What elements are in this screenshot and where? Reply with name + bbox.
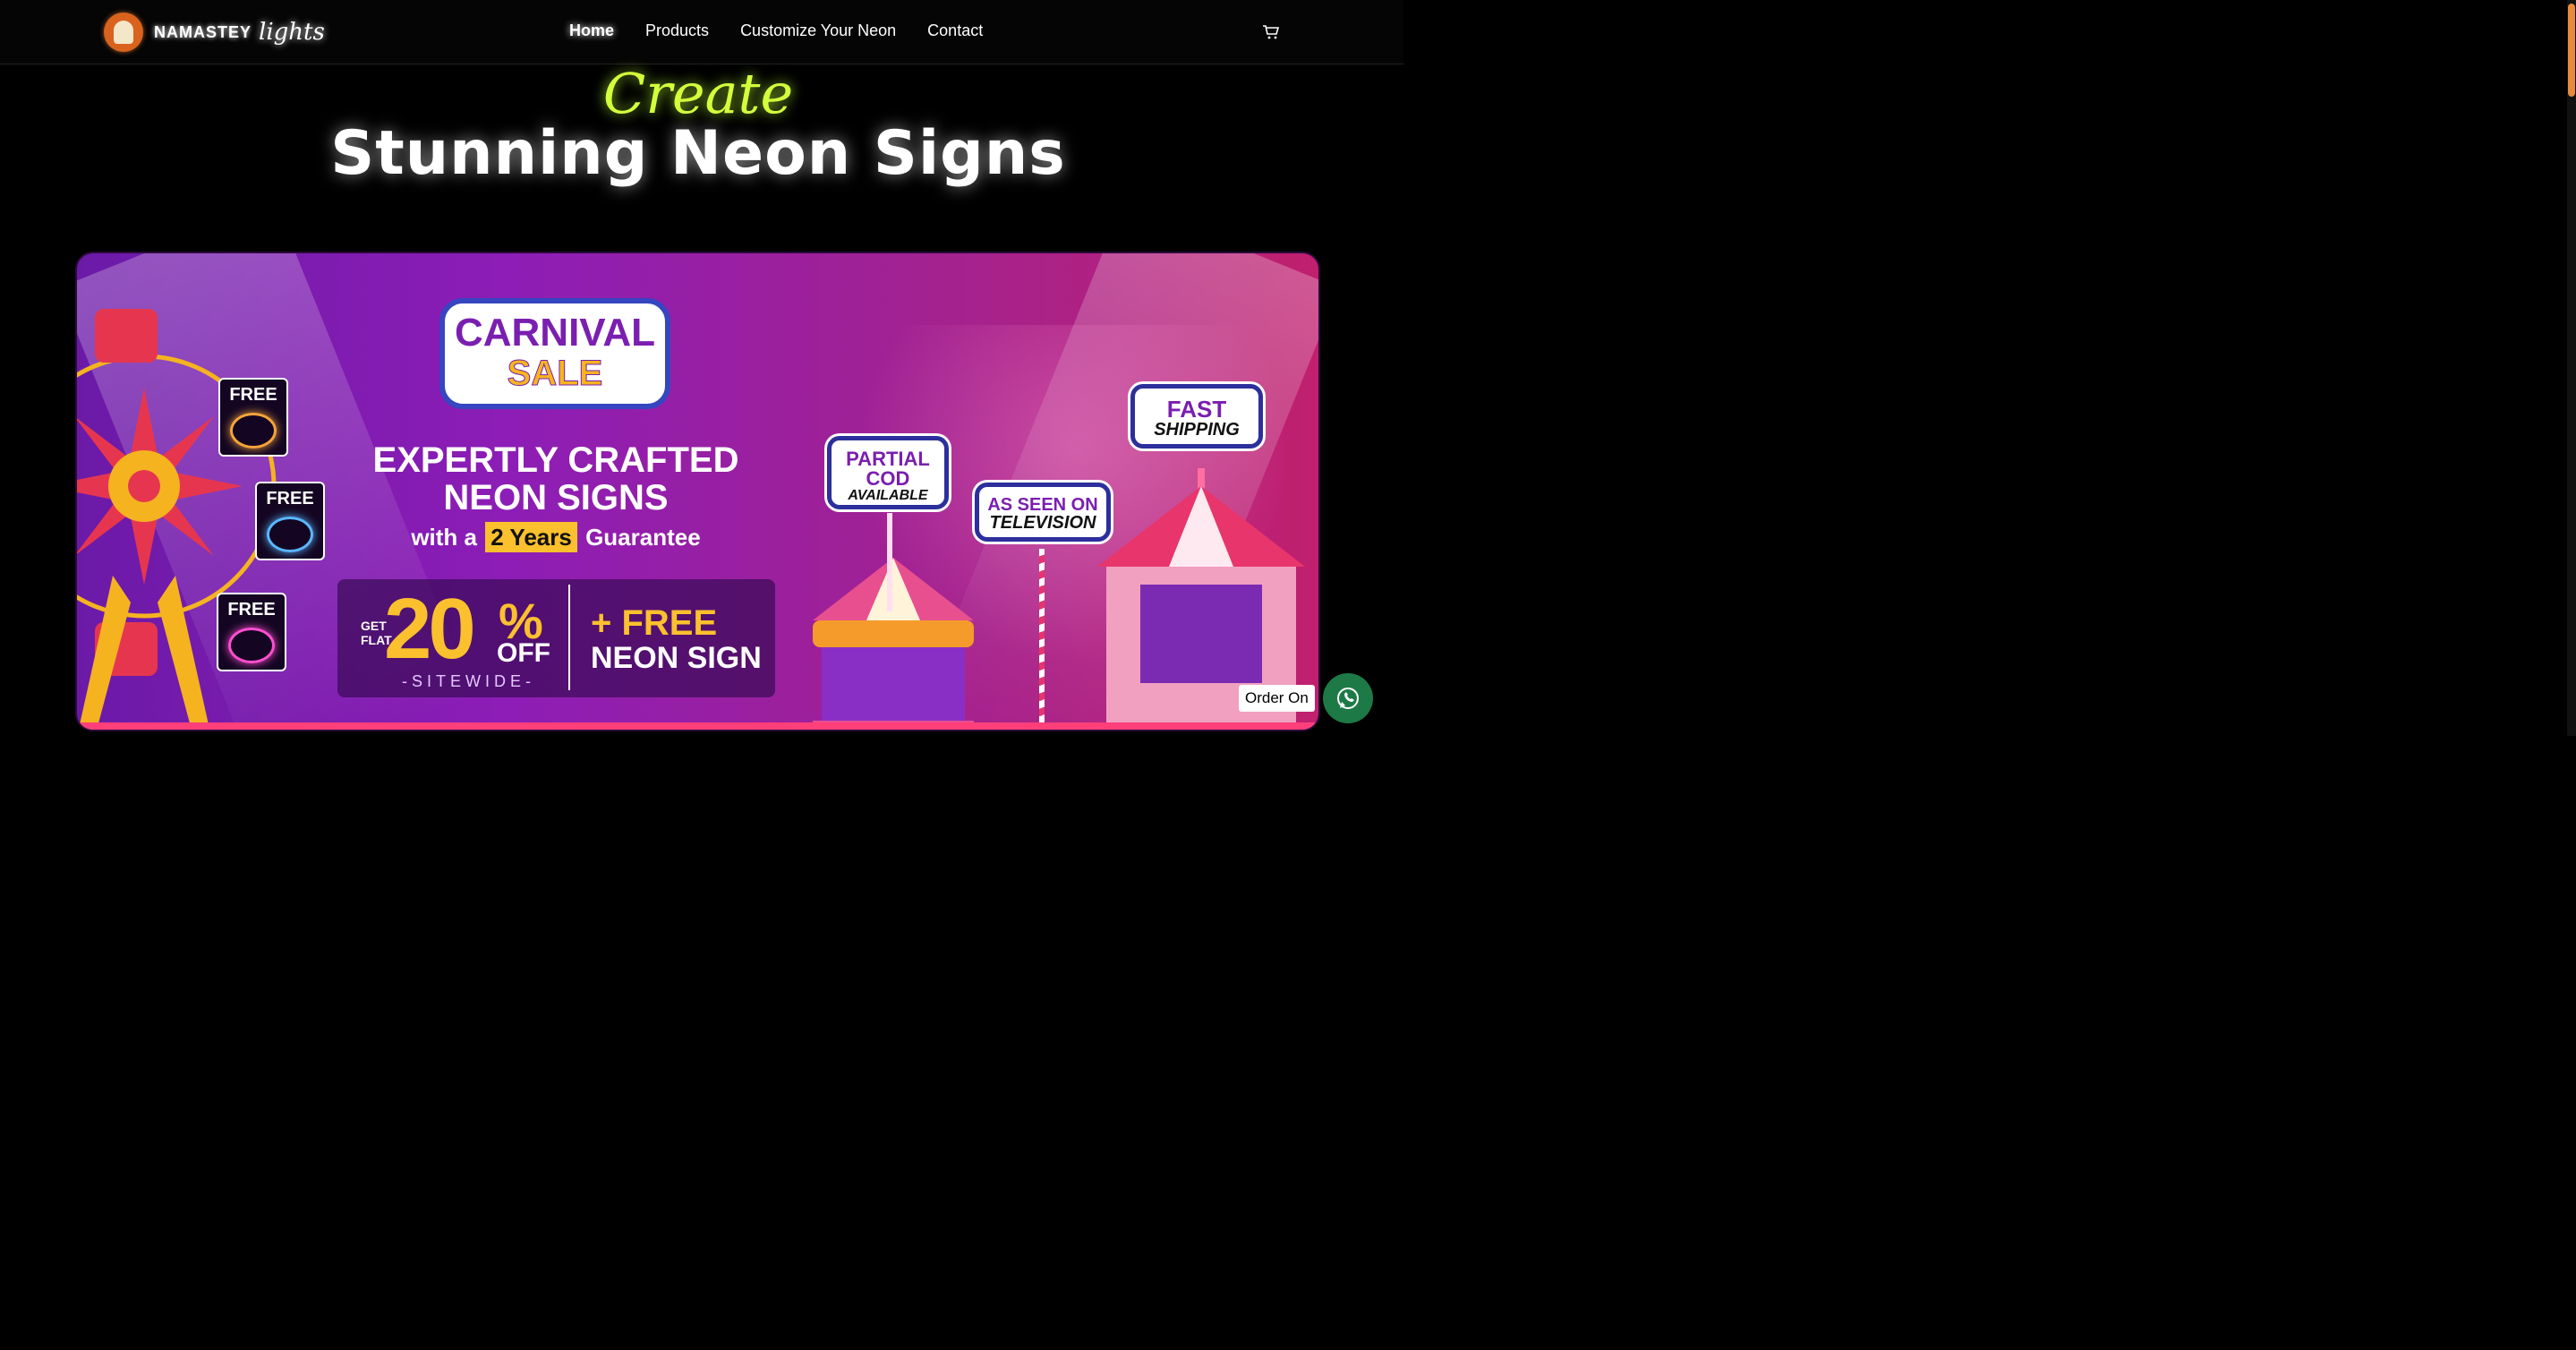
ship-line-1: FAST (1166, 396, 1227, 423)
brand-name: NAMASTEY (154, 22, 252, 41)
tv-line-2: TELEVISION (989, 513, 1096, 533)
order-on-label[interactable]: Order On (1239, 685, 1315, 712)
nav-customize[interactable]: Customize Your Neon (740, 21, 896, 40)
whatsapp-chat-button[interactable] (1323, 673, 1373, 723)
partial-cod-badge: PARTIAL COD AVAILABLE (827, 436, 949, 509)
sale-line-1: CARNIVAL (454, 311, 656, 355)
tv-line-1: AS SEEN ON (987, 495, 1098, 515)
guarantee-highlight: 2 Years (485, 522, 577, 552)
carnival-sale-banner[interactable]: FREE FREE FREE CARNIVAL SALE EXPERTLY CR… (75, 252, 1320, 731)
off-label: OFF (497, 638, 550, 668)
cod-line-2: COD (866, 467, 910, 490)
logo-emblem-icon (104, 13, 143, 52)
rainbow-neon-icon (267, 517, 313, 552)
nav-contact[interactable]: Contact (927, 21, 983, 40)
free-gift-tile: FREE (217, 593, 286, 671)
whatsapp-icon (1337, 688, 1359, 709)
free-tile-label: FREE (266, 489, 314, 508)
free-tile-label: FREE (229, 385, 277, 405)
fast-shipping-badge: FAST SHIPPING (1130, 384, 1263, 449)
cod-line-1: PARTIAL (846, 448, 930, 470)
guarantee-pre: with a (411, 524, 477, 551)
cod-badge-pole (887, 513, 892, 611)
free-sign-line-2: NEON SIGN (591, 641, 762, 675)
nav-products[interactable]: Products (645, 21, 709, 40)
scrollbar[interactable] (2567, 0, 2576, 736)
brand-logo[interactable]: NAMASTEY lights (104, 13, 325, 52)
headline-line-1: EXPERTLY CRAFTED (372, 440, 739, 480)
sitewide-label: -SITEWIDE- (402, 672, 535, 690)
guarantee-line: with a 2 Years Guarantee (332, 522, 780, 552)
offer-box: GET FLAT 20 % OFF -SITEWIDE- + FREE NEON… (337, 579, 775, 697)
crown-neon-icon (230, 413, 277, 449)
guarantee-post: Guarantee (585, 524, 701, 551)
free-gift-tile: FREE (255, 482, 325, 560)
brand-script: lights (259, 19, 325, 46)
banner-bottom-strip (77, 722, 1318, 730)
ship-line-2: SHIPPING (1154, 420, 1240, 440)
heart-neon-icon (228, 628, 275, 663)
cod-line-3: AVAILABLE (848, 488, 928, 503)
carnival-sale-logo: CARNIVAL SALE (439, 298, 670, 409)
nav-home[interactable]: Home (569, 21, 614, 40)
free-tile-label: FREE (227, 600, 276, 619)
cart-icon[interactable] (1262, 23, 1280, 41)
scrollbar-thumb[interactable] (2568, 4, 2575, 97)
hero-create-text: Create (602, 61, 794, 126)
discount-value: 20 (384, 581, 476, 677)
hero-title: Stunning Neon Signs (330, 118, 1066, 189)
banner-headline: EXPERTLY CRAFTED NEON SIGNS (332, 441, 780, 517)
carousel-illustration (813, 558, 974, 730)
site-header: NAMASTEY lights Home Products Customize … (0, 0, 1403, 64)
sale-line-2: SALE (507, 354, 603, 394)
free-sign-line-1: + FREE (591, 603, 718, 643)
main-nav: Home Products Customize Your Neon Contac… (569, 21, 983, 40)
offer-divider (568, 585, 570, 690)
free-gift-tile: FREE (218, 378, 288, 457)
as-seen-on-tv-badge: AS SEEN ON TELEVISION (975, 483, 1111, 542)
headline-line-2: NEON SIGNS (443, 478, 669, 517)
tv-badge-pole (1039, 549, 1045, 730)
